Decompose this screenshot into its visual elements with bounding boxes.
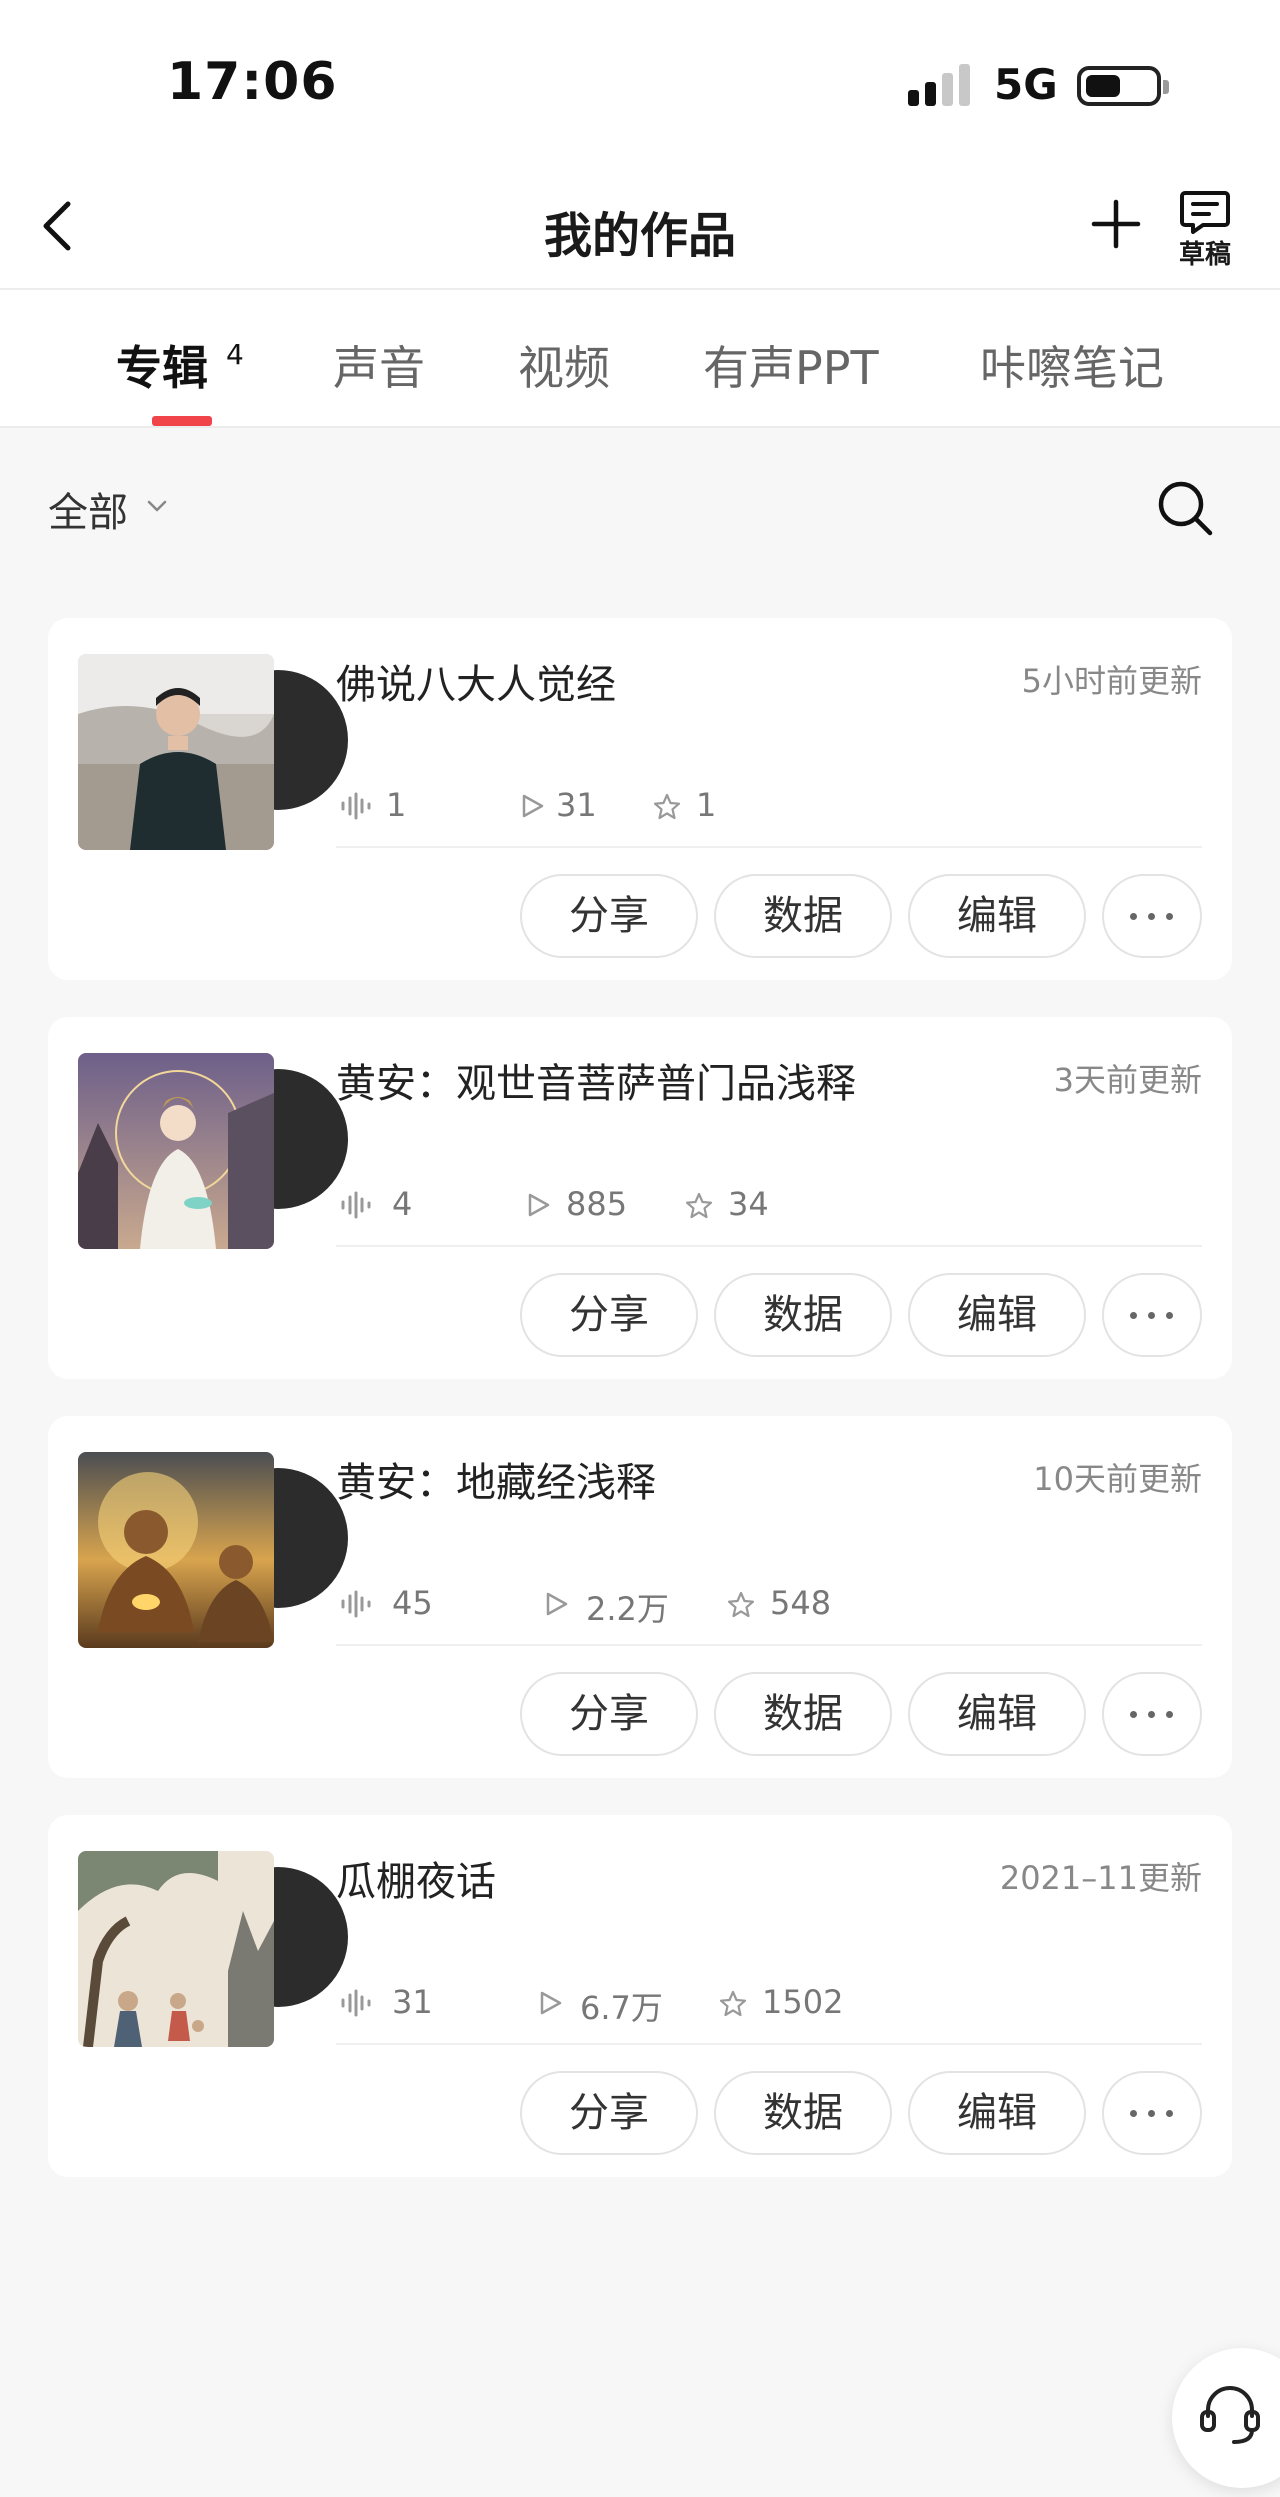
nav-bar: 我的作品 草稿 — [0, 170, 1280, 290]
card-divider — [336, 1245, 1202, 1247]
draft-button[interactable]: 草稿 — [1170, 190, 1240, 270]
album-title: 黄安：地藏经浅释 — [336, 1460, 656, 1506]
status-bar: 17:06 5G — [0, 0, 1280, 150]
more-button[interactable] — [1102, 874, 1202, 958]
play-icon — [540, 1991, 562, 2015]
album-title: 瓜棚夜话 — [336, 1859, 496, 1905]
more-button[interactable] — [1102, 2071, 1202, 2155]
filter-dropdown[interactable]: 全部 — [48, 480, 128, 538]
draft-label: 草稿 — [1178, 240, 1231, 270]
album-favorite-count: 548 — [770, 1584, 832, 1622]
audio-wave-icon — [341, 1989, 371, 2017]
album-play-count: 6.7万 — [580, 1989, 663, 2027]
card-divider — [336, 2043, 1202, 2045]
tab-audio-ppt[interactable]: 有声PPT — [703, 332, 879, 398]
search-button[interactable] — [1155, 478, 1215, 538]
album-favorite-count: 34 — [728, 1185, 769, 1223]
album-track-count: 4 — [392, 1185, 413, 1223]
draft-document-icon — [1180, 191, 1230, 234]
album-play-count: 31 — [556, 786, 597, 824]
data-button[interactable]: 数据 — [714, 1273, 892, 1357]
more-button[interactable] — [1102, 1273, 1202, 1357]
album-favorite-count: 1 — [696, 786, 717, 824]
album-track-count: 45 — [392, 1584, 433, 1622]
cellular-signal-icon — [908, 62, 974, 106]
album-track-count: 31 — [392, 1983, 433, 2021]
audio-wave-icon — [341, 792, 371, 820]
tab-videos[interactable]: 视频 — [518, 332, 610, 398]
more-button[interactable] — [1102, 1672, 1202, 1756]
audio-wave-icon — [341, 1590, 371, 1618]
edit-button[interactable]: 编辑 — [908, 1672, 1086, 1756]
album-cover — [78, 1851, 274, 2047]
album-title: 佛说八大人觉经 — [336, 662, 616, 708]
data-button[interactable]: 数据 — [714, 1672, 892, 1756]
album-updated-time: 5小时前更新 — [1021, 662, 1202, 700]
tab-albums-badge: 4 — [226, 338, 244, 371]
edit-button[interactable]: 编辑 — [908, 2071, 1086, 2155]
album-card[interactable]: 黄安：观世音菩萨普门品浅释 3天前更新 4 885 34 分享 数据 编辑 — [48, 1017, 1232, 1379]
status-time: 17:06 — [167, 52, 338, 112]
battery-icon — [1077, 66, 1169, 106]
network-type: 5G — [994, 60, 1058, 109]
tab-kacha-notes[interactable]: 咔嚓笔记 — [980, 332, 1164, 398]
album-updated-time: 3天前更新 — [1053, 1061, 1202, 1099]
add-button[interactable] — [1088, 196, 1144, 252]
active-tab-indicator — [152, 416, 212, 426]
album-card[interactable]: 黄安：地藏经浅释 10天前更新 45 2.2万 548 分享 数据 编辑 — [48, 1416, 1232, 1778]
play-icon — [528, 1193, 550, 1217]
tab-sounds[interactable]: 声音 — [333, 332, 425, 398]
album-play-count: 2.2万 — [586, 1590, 669, 1628]
search-icon — [1158, 481, 1213, 536]
data-button[interactable]: 数据 — [714, 2071, 892, 2155]
album-cover — [78, 1452, 274, 1648]
play-icon — [522, 794, 544, 818]
data-button[interactable]: 数据 — [714, 874, 892, 958]
album-updated-time: 2021–11更新 — [999, 1859, 1202, 1897]
tab-albums[interactable]: 专辑 — [116, 332, 208, 398]
star-icon — [719, 1990, 747, 2017]
customer-service-headset-icon — [1200, 2386, 1260, 2444]
audio-wave-icon — [341, 1191, 371, 1219]
star-icon — [727, 1591, 755, 1618]
edit-button[interactable]: 编辑 — [908, 1273, 1086, 1357]
share-button[interactable]: 分享 — [520, 1273, 698, 1357]
chevron-down-icon[interactable] — [146, 498, 168, 514]
star-icon — [653, 793, 681, 820]
album-play-count: 885 — [566, 1185, 628, 1223]
edit-button[interactable]: 编辑 — [908, 874, 1086, 958]
album-title: 黄安：观世音菩萨普门品浅释 — [336, 1061, 856, 1107]
tab-bar: 专辑 4 声音 视频 有声PPT 咔嚓笔记 — [0, 292, 1280, 428]
album-updated-time: 10天前更新 — [1033, 1460, 1202, 1498]
card-divider — [336, 846, 1202, 848]
album-card[interactable]: 佛说八大人觉经 5小时前更新 1 31 1 分享 数据 编辑 — [48, 618, 1232, 980]
play-icon — [546, 1592, 568, 1616]
share-button[interactable]: 分享 — [520, 2071, 698, 2155]
album-cover — [78, 1053, 274, 1249]
customer-service-button[interactable] — [1172, 2348, 1280, 2488]
album-cover — [78, 654, 274, 850]
album-track-count: 1 — [386, 786, 407, 824]
plus-icon — [1091, 199, 1141, 249]
album-favorite-count: 1502 — [762, 1983, 844, 2021]
star-icon — [685, 1192, 713, 1219]
share-button[interactable]: 分享 — [520, 1672, 698, 1756]
share-button[interactable]: 分享 — [520, 874, 698, 958]
album-card[interactable]: 瓜棚夜话 2021–11更新 31 6.7万 1502 分享 数据 编辑 — [48, 1815, 1232, 2177]
card-divider — [336, 1644, 1202, 1646]
